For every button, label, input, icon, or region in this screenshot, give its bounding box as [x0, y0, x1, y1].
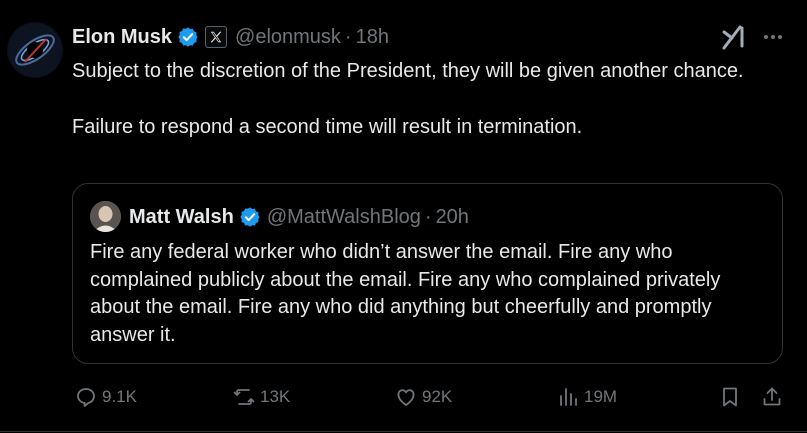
reply-button[interactable]: 9.1K: [74, 383, 137, 411]
reply-count: 9.1K: [102, 387, 137, 406]
views-count: 19M: [584, 387, 618, 406]
quoted-post-text: Fire any federal worker who didn’t answe…: [90, 241, 721, 346]
x-logo-icon[interactable]: [205, 26, 228, 48]
quoted-post-header: Matt Walsh @MattWalshBlog · 20h: [129, 204, 469, 230]
share-button[interactable]: [760, 383, 784, 411]
like-button[interactable]: 92K: [394, 383, 452, 411]
bookmark-icon: [723, 387, 737, 407]
author-handle[interactable]: @elonmusk: [235, 26, 341, 49]
post-header: Elon Musk @elonmusk · 18h: [72, 24, 389, 50]
repost-count: 13K: [260, 387, 291, 406]
separator-dot: ·: [424, 205, 432, 228]
author-name[interactable]: Elon Musk: [72, 26, 172, 49]
like-count: 92K: [422, 387, 453, 406]
more-icon[interactable]: [760, 25, 786, 49]
verified-badge-icon[interactable]: [239, 206, 261, 228]
bookmark-button[interactable]: [718, 383, 742, 411]
post-time[interactable]: 18h: [356, 26, 389, 49]
like-icon: [397, 389, 415, 406]
share-icon: [763, 387, 781, 406]
quoted-post[interactable]: Matt Walsh @MattWalshBlog · 20h Fire any…: [72, 183, 783, 364]
quoted-author-name[interactable]: Matt Walsh: [129, 206, 234, 229]
post-text: Subject to the discretion of the Preside…: [72, 57, 772, 141]
divider: [0, 431, 807, 432]
quoted-author-handle[interactable]: @MattWalshBlog: [267, 206, 421, 229]
views-button[interactable]: 19M: [556, 383, 617, 411]
separator-dot: ·: [344, 25, 352, 48]
reply-icon: [77, 388, 95, 407]
repost-icon: [233, 389, 255, 405]
tweet[interactable]: Elon Musk @elonmusk · 18h Subject to the…: [0, 0, 807, 433]
post-paragraph: Subject to the discretion of the Preside…: [72, 60, 744, 82]
post-paragraph: Failure to respond a second time will re…: [72, 116, 583, 138]
repost-button[interactable]: 13K: [232, 383, 290, 411]
action-bar: 9.1K 13K 92K 19M: [0, 383, 807, 411]
verified-badge-icon[interactable]: [177, 26, 199, 48]
grok-icon[interactable]: [720, 24, 748, 50]
views-icon: [560, 388, 577, 406]
quoted-author-avatar[interactable]: [90, 201, 121, 232]
quoted-post-time[interactable]: 20h: [436, 206, 469, 229]
author-avatar[interactable]: [7, 22, 63, 78]
